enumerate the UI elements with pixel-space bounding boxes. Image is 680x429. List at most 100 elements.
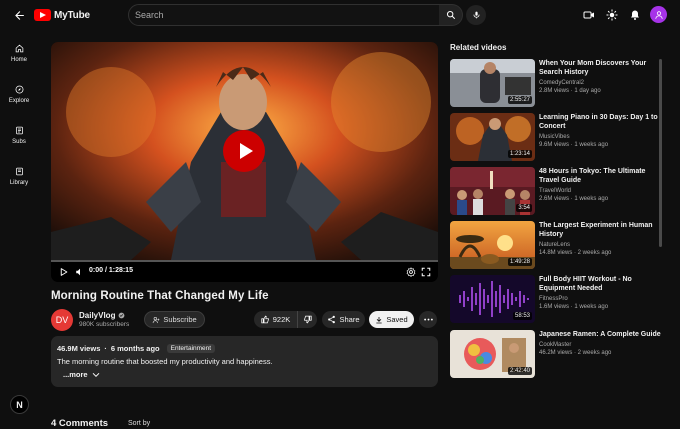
- notifications-bell-icon[interactable]: [629, 9, 641, 21]
- related-title: 48 Hours in Tokyo: The Ultimate Travel G…: [539, 168, 646, 185]
- related-meta: 46.2M views · 2 weeks ago: [539, 350, 612, 356]
- sidebar-item-home[interactable]: Home: [0, 40, 38, 63]
- sidebar-item-label: Explore: [8, 98, 30, 104]
- share-label: Share: [339, 315, 360, 324]
- video-duration: 3:54: [516, 204, 532, 212]
- n-badge[interactable]: N: [10, 395, 29, 414]
- related-thumbnail: 2:42:40: [450, 330, 535, 378]
- sidebar-item-subs[interactable]: Subs: [0, 122, 38, 145]
- verified-check-icon: [118, 312, 125, 319]
- related-title: The Largest Experiment in Human History: [539, 222, 653, 239]
- download-icon: [375, 316, 383, 324]
- video-duration: 2:42:40: [507, 367, 532, 375]
- top-bar: MyTube Search: [0, 0, 680, 30]
- related-video-item[interactable]: 1:49:28 The Largest Experiment in Human …: [450, 221, 658, 271]
- saved-label: Saved: [386, 315, 408, 324]
- related-channel: FitnessPro: [539, 296, 568, 302]
- related-meta: 2.8M views · 1 day ago: [539, 88, 601, 94]
- related-video-item[interactable]: 2:42:40 Japanese Ramen: A Complete Guide…: [450, 330, 661, 380]
- dislike-button[interactable]: [298, 311, 317, 328]
- sidebar-item-library[interactable]: Library: [0, 163, 38, 186]
- voice-search-button[interactable]: [466, 5, 486, 25]
- user-add-icon: [152, 316, 160, 324]
- related-channel: TravelWorld: [539, 188, 572, 194]
- description-meta: 46.9M views · 6 months ago Entertainment: [57, 344, 216, 353]
- show-more-label: ...more: [63, 370, 88, 379]
- more-actions-button[interactable]: [419, 311, 437, 328]
- volume-icon[interactable]: [75, 267, 85, 277]
- related-channel: MusicVibes: [539, 134, 570, 140]
- settings-sun-icon[interactable]: [606, 9, 618, 21]
- related-title: Learning Piano in 30 Days: Day 1 to Conc…: [539, 114, 658, 131]
- related-thumbnail: 58:53: [450, 275, 535, 323]
- category-tag[interactable]: Entertainment: [166, 344, 216, 353]
- show-more-button[interactable]: ...more: [63, 370, 100, 379]
- sidebar-item-label: Subs: [12, 139, 26, 145]
- related-meta: 2.6M views · 1 weeks ago: [539, 196, 609, 202]
- create-video-icon[interactable]: [583, 9, 595, 21]
- share-button[interactable]: Share: [322, 311, 365, 328]
- play-icon[interactable]: [59, 267, 68, 277]
- subscriptions-icon: [15, 126, 24, 135]
- like-dislike-group: 922K: [254, 311, 317, 328]
- player-controls: 0:00 / 1:28:15: [51, 262, 438, 282]
- channel-name[interactable]: DailyVlog: [79, 311, 125, 320]
- thumbs-up-icon: [261, 315, 270, 324]
- time-display: 0:00 / 1:28:15: [89, 267, 133, 274]
- app-name: MyTube: [54, 9, 90, 21]
- thumbs-down-icon: [303, 315, 312, 324]
- settings-gear-icon[interactable]: [406, 267, 416, 277]
- library-icon: [15, 167, 24, 176]
- video-title: Morning Routine That Changed My Life: [51, 290, 269, 302]
- video-duration: 2:55:27: [507, 96, 532, 104]
- search-input[interactable]: Search: [128, 4, 440, 26]
- chevron-down-icon: [92, 372, 100, 378]
- logo[interactable]: MyTube: [34, 9, 90, 21]
- description-text: The morning routine that boosted my prod…: [57, 357, 273, 366]
- related-thumbnail: 1:23:14: [450, 113, 535, 161]
- back-arrow-icon[interactable]: [13, 9, 26, 22]
- separator-dot: ·: [104, 344, 107, 353]
- scrollbar[interactable]: [659, 59, 662, 247]
- channel-name-text: DailyVlog: [79, 311, 116, 320]
- comments-heading: 4 Comments: [51, 418, 109, 429]
- sort-by-button[interactable]: Sort by: [128, 420, 150, 427]
- related-meta: 1.6M views · 1 weeks ago: [539, 304, 609, 310]
- related-title: Full Body HIIT Workout - No Equipment Ne…: [539, 276, 632, 293]
- compass-icon: [15, 85, 24, 94]
- related-video-item[interactable]: 3:54 48 Hours in Tokyo: The Ultimate Tra…: [450, 167, 658, 217]
- share-icon: [327, 315, 336, 324]
- video-duration: 58:53: [512, 312, 532, 320]
- related-channel: ComedyCentral2: [539, 80, 585, 86]
- subscribe-button[interactable]: Subscribe: [144, 311, 205, 328]
- upload-age: 6 months ago: [110, 344, 160, 353]
- video-duration: 1:23:14: [507, 150, 532, 158]
- related-channel: CookMaster: [539, 342, 572, 348]
- related-title: When Your Mom Discovers Your Search Hist…: [539, 60, 647, 77]
- description-box[interactable]: 46.9M views · 6 months ago Entertainment…: [51, 336, 438, 387]
- video-duration: 1:49:28: [507, 258, 532, 266]
- related-thumbnail: 1:49:28: [450, 221, 535, 269]
- saved-button[interactable]: Saved: [369, 311, 414, 328]
- fullscreen-icon[interactable]: [421, 267, 431, 277]
- like-count: 922K: [272, 315, 291, 324]
- search-button[interactable]: [439, 4, 463, 26]
- user-avatar[interactable]: [650, 6, 667, 23]
- sidebar-item-label: Home: [10, 57, 27, 63]
- related-thumbnail: 2:55:27: [450, 59, 535, 107]
- related-video-item[interactable]: 2:55:27 When Your Mom Discovers Your Sea…: [450, 59, 658, 109]
- related-meta: 9.6M views · 1 weeks ago: [539, 142, 609, 148]
- related-heading: Related videos: [450, 43, 507, 52]
- search-icon: [446, 10, 456, 20]
- subscribe-label: Subscribe: [163, 315, 197, 324]
- related-video-item[interactable]: 1:23:14 Learning Piano in 30 Days: Day 1…: [450, 113, 658, 163]
- more-horizontal-icon: [423, 318, 433, 321]
- like-button[interactable]: 922K: [254, 311, 298, 328]
- user-icon: [654, 10, 664, 20]
- sidebar-item-explore[interactable]: Explore: [0, 81, 38, 104]
- play-button[interactable]: [223, 130, 265, 172]
- channel-avatar[interactable]: DV: [51, 309, 73, 331]
- related-title: Japanese Ramen: A Complete Guide: [539, 331, 661, 338]
- subscriber-count: 980K subscribers: [79, 321, 130, 328]
- related-video-item[interactable]: 58:53 Full Body HIIT Workout - No Equipm…: [450, 275, 658, 325]
